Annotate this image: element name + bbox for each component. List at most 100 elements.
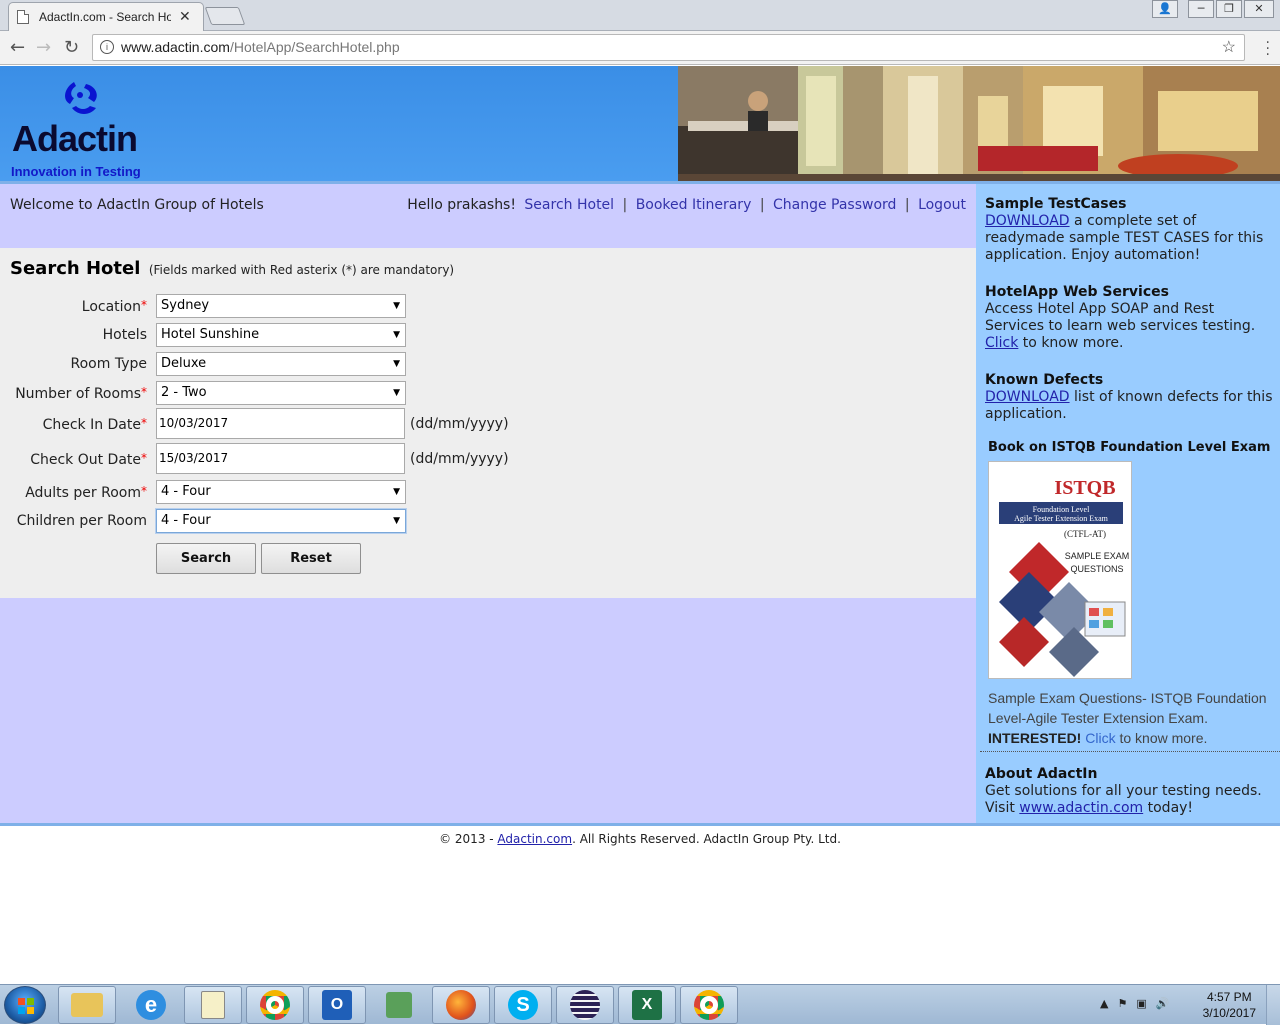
known-defects-section: Known Defects DOWNLOAD list of known def… bbox=[985, 372, 1275, 423]
site-header: Adactin Innovation in Testing bbox=[0, 66, 1280, 181]
number-of-rooms-select[interactable]: 2 - Two ▼ bbox=[156, 381, 406, 405]
dropdown-arrow-icon: ▼ bbox=[393, 301, 400, 311]
page-footer: © 2013 - Adactin.com. All Rights Reserve… bbox=[0, 823, 1280, 863]
about-section: About AdactIn Get solutions for all your… bbox=[985, 766, 1275, 817]
info-icon[interactable]: i bbox=[100, 40, 114, 54]
logo-swirl-icon bbox=[65, 82, 97, 114]
book-click-link[interactable]: Click bbox=[1085, 730, 1115, 746]
about-website-link[interactable]: www.adactin.com bbox=[1019, 800, 1143, 816]
taskbar-outlook[interactable]: O bbox=[308, 986, 366, 1024]
sidebar-divider bbox=[980, 751, 1280, 752]
new-tab-button[interactable] bbox=[204, 7, 246, 25]
date-format-hint: (dd/mm/yyyy) bbox=[410, 416, 509, 432]
excel-icon: X bbox=[632, 990, 662, 1020]
taskbar-internet-explorer[interactable]: e bbox=[122, 986, 180, 1024]
tray-expand-icon[interactable]: ▲ bbox=[1100, 997, 1108, 1010]
adults-label: Adults per Room* bbox=[25, 484, 147, 501]
defects-download-link[interactable]: DOWNLOAD bbox=[985, 389, 1070, 405]
profile-icon[interactable]: 👤 bbox=[1152, 0, 1178, 18]
clock-date: 3/10/2017 bbox=[1202, 1006, 1256, 1020]
logo-brand-text: Adactin bbox=[12, 118, 138, 159]
location-select[interactable]: Sydney ▼ bbox=[156, 294, 406, 318]
eclipse-icon bbox=[570, 990, 600, 1020]
tab-close-icon[interactable]: ✕ bbox=[179, 9, 191, 25]
web-page: Adactin Innovation in Testing Welcome to… bbox=[0, 66, 1280, 980]
children-per-room-select[interactable]: 4 - Four ▼ bbox=[156, 509, 406, 533]
taskbar-chrome-2[interactable] bbox=[680, 986, 738, 1024]
volume-icon[interactable]: 🔊 bbox=[1156, 997, 1170, 1010]
location-label: Location* bbox=[81, 298, 147, 315]
action-center-flag-icon[interactable]: ⚑ bbox=[1117, 997, 1127, 1010]
book-section-title: Book on ISTQB Foundation Level Exam bbox=[988, 440, 1271, 455]
svg-text:Foundation Level: Foundation Level bbox=[1033, 505, 1090, 514]
checkout-date-input[interactable]: 15/03/2017 bbox=[156, 443, 405, 474]
reset-button[interactable]: Reset bbox=[261, 543, 361, 574]
browser-tabstrip: AdactIn.com - Search Hotel ✕ 👤 ─ ❐ ✕ bbox=[0, 0, 1280, 31]
about-tail: today! bbox=[1143, 800, 1194, 816]
reload-icon[interactable]: ↻ bbox=[64, 37, 79, 58]
taskbar-skype[interactable]: S bbox=[494, 986, 552, 1024]
logo-tagline: Innovation in Testing bbox=[11, 164, 141, 179]
show-desktop-button[interactable] bbox=[1266, 985, 1280, 1025]
dropdown-arrow-icon: ▼ bbox=[393, 516, 400, 526]
network-tray-icon[interactable]: ▣ bbox=[1136, 997, 1146, 1010]
back-arrow-icon[interactable]: ← bbox=[10, 37, 25, 58]
taskbar-chrome[interactable] bbox=[246, 986, 304, 1024]
system-tray: ▲ ⚑ ▣ 🔊 bbox=[1100, 997, 1169, 1010]
bookmark-star-icon[interactable]: ☆ bbox=[1222, 35, 1236, 60]
close-window-button[interactable]: ✕ bbox=[1244, 0, 1274, 18]
about-title: About AdactIn bbox=[985, 766, 1098, 782]
adactin-logo[interactable]: Adactin Innovation in Testing bbox=[10, 76, 160, 179]
browser-toolbar: ← → ↻ i www.adactin.com/HotelApp/SearchH… bbox=[0, 31, 1280, 65]
room-type-label: Room Type bbox=[70, 356, 147, 372]
nav-separator: | bbox=[904, 197, 910, 213]
forward-arrow-icon[interactable]: → bbox=[36, 37, 51, 58]
form-heading: Search Hotel (Fields marked with Red ast… bbox=[10, 258, 454, 279]
taskbar-eclipse[interactable] bbox=[556, 986, 614, 1024]
url-path: /HotelApp/SearchHotel.php bbox=[229, 39, 400, 55]
rooms-label: Number of Rooms* bbox=[15, 385, 147, 402]
welcome-bar: Welcome to AdactIn Group of Hotels Hello… bbox=[0, 184, 976, 248]
nav-separator: | bbox=[622, 197, 628, 213]
book-cover-art: ISTQB Foundation Level Agile Tester Exte… bbox=[989, 462, 1131, 678]
footer-adactin-link[interactable]: Adactin.com bbox=[497, 832, 572, 846]
tab-title: AdactIn.com - Search Hotel bbox=[39, 10, 171, 24]
greeting-text: Hello prakashs! bbox=[407, 197, 516, 213]
chrome-icon bbox=[260, 990, 290, 1020]
search-button[interactable]: Search bbox=[156, 543, 256, 574]
minimize-button[interactable]: ─ bbox=[1188, 0, 1214, 18]
form-title: Search Hotel bbox=[10, 258, 141, 279]
notepad-icon bbox=[201, 991, 225, 1019]
known-defects-title: Known Defects bbox=[985, 372, 1104, 388]
nav-link-booked-itinerary[interactable]: Booked Itinerary bbox=[636, 197, 752, 213]
taskbar-firefox[interactable] bbox=[432, 986, 490, 1024]
right-sidebar: Sample TestCases DOWNLOAD a complete set… bbox=[976, 181, 1280, 823]
browser-menu-icon[interactable]: · · · bbox=[1266, 36, 1270, 62]
taskbar-excel[interactable]: X bbox=[618, 986, 676, 1024]
adults-per-room-select[interactable]: 4 - Four ▼ bbox=[156, 480, 406, 504]
browser-tab-active[interactable]: AdactIn.com - Search Hotel ✕ bbox=[8, 2, 204, 31]
taskbar-clock[interactable]: 4:57 PM 3/10/2017 bbox=[1203, 989, 1256, 1021]
svg-text:(CTFL-AT): (CTFL-AT) bbox=[1064, 529, 1106, 539]
nav-link-logout[interactable]: Logout bbox=[918, 197, 966, 213]
folder-icon bbox=[71, 993, 103, 1017]
checkin-label: Check In Date* bbox=[42, 416, 147, 433]
taskbar-file-explorer[interactable] bbox=[58, 986, 116, 1024]
testcases-download-link[interactable]: DOWNLOAD bbox=[985, 213, 1070, 229]
checkin-date-input[interactable]: 10/03/2017 bbox=[156, 408, 405, 439]
address-bar[interactable]: i www.adactin.com/HotelApp/SearchHotel.p… bbox=[92, 34, 1245, 61]
nav-link-change-password[interactable]: Change Password bbox=[773, 197, 896, 213]
istqb-book-cover-image[interactable]: ISTQB Foundation Level Agile Tester Exte… bbox=[988, 461, 1132, 679]
restore-button[interactable]: ❐ bbox=[1216, 0, 1242, 18]
nav-link-search-hotel[interactable]: Search Hotel bbox=[524, 197, 614, 213]
web-services-click-link[interactable]: Click bbox=[985, 335, 1018, 351]
svg-text:Agile Tester Extension Exam: Agile Tester Extension Exam bbox=[1014, 514, 1108, 523]
room-type-select[interactable]: Deluxe ▼ bbox=[156, 352, 406, 376]
welcome-text: Welcome to AdactIn Group of Hotels bbox=[10, 197, 264, 213]
start-button[interactable] bbox=[4, 986, 46, 1024]
taskbar-notepad[interactable] bbox=[184, 986, 242, 1024]
date-format-hint: (dd/mm/yyyy) bbox=[410, 451, 509, 467]
hotels-select[interactable]: Hotel Sunshine ▼ bbox=[156, 323, 406, 347]
network-icon bbox=[386, 992, 412, 1018]
taskbar-network-app[interactable] bbox=[370, 986, 428, 1024]
